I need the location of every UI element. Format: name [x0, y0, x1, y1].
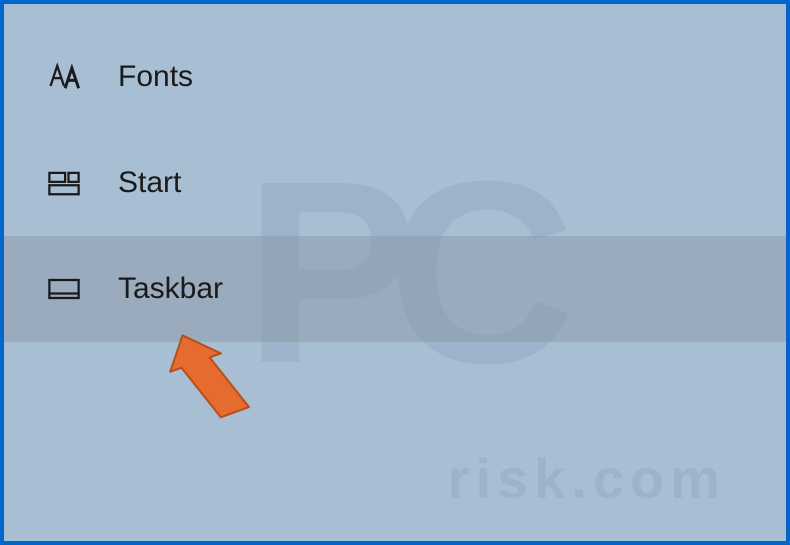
- start-icon: [46, 165, 82, 201]
- fonts-icon: [46, 59, 82, 95]
- taskbar-icon: [46, 271, 82, 307]
- watermark-sub: risk.com: [448, 446, 726, 511]
- sidebar-item-label: Start: [118, 166, 181, 200]
- sidebar-item-label: Fonts: [118, 60, 193, 94]
- sidebar-item-taskbar[interactable]: Taskbar: [4, 236, 786, 342]
- sidebar-item-start[interactable]: Start: [4, 130, 786, 236]
- settings-sidebar: Fonts Start Taskbar: [4, 4, 786, 342]
- sidebar-item-fonts[interactable]: Fonts: [4, 24, 786, 130]
- sidebar-item-label: Taskbar: [118, 272, 223, 306]
